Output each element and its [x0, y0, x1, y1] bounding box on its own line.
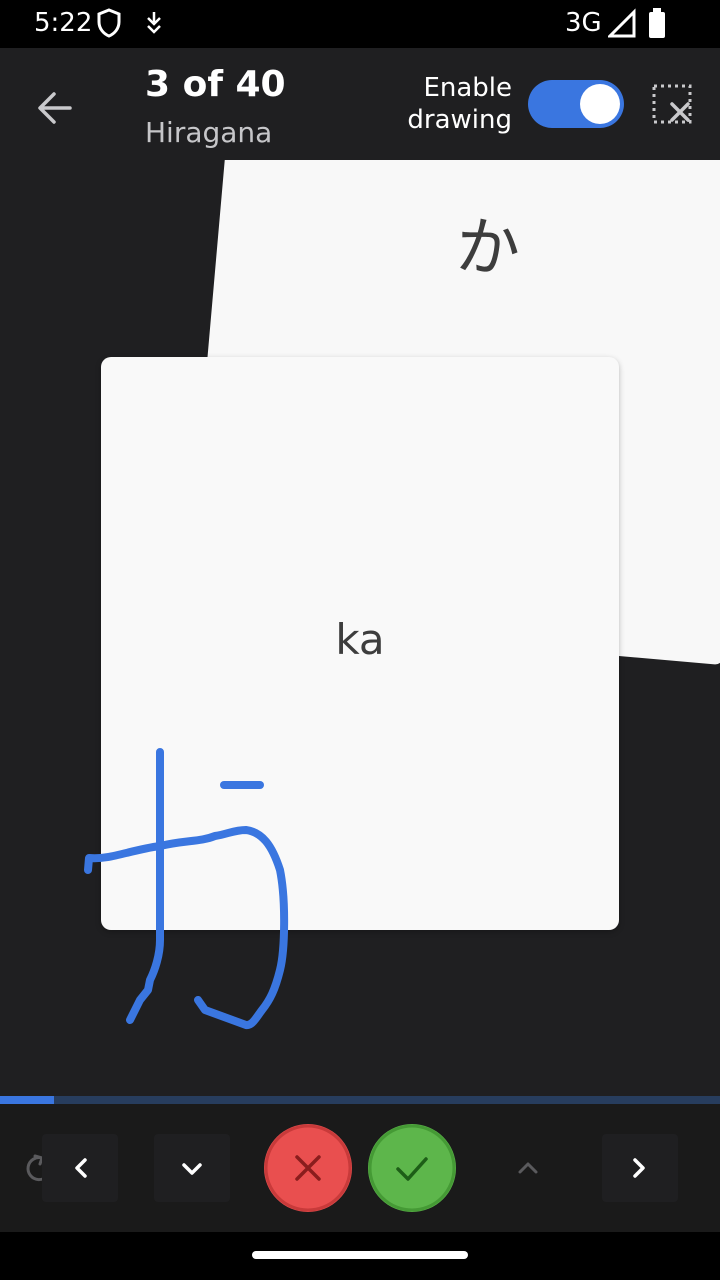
wrong-button[interactable] [264, 1124, 352, 1212]
signal-icon [606, 8, 636, 42]
back-button[interactable] [30, 82, 82, 134]
previous-button[interactable] [42, 1134, 118, 1202]
bottom-toolbar [0, 1104, 720, 1232]
correct-button[interactable] [368, 1124, 456, 1212]
network-type: 3G [565, 8, 602, 38]
battery-icon [648, 8, 666, 42]
enable-drawing-toggle[interactable] [528, 80, 624, 128]
enable-drawing-label: Enable drawing [382, 72, 512, 136]
app-bar: 3 of 40 Hiragana Enable drawing [0, 48, 720, 160]
progress-fill [0, 1096, 54, 1104]
next-button[interactable] [602, 1134, 678, 1202]
card-stage: か ka [0, 160, 720, 1096]
chevron-down-icon [182, 1163, 202, 1175]
deck-name: Hiragana [145, 116, 273, 149]
toggle-knob [580, 84, 620, 124]
chevron-right-icon [633, 1158, 645, 1178]
drawing-canvas[interactable] [0, 160, 720, 1096]
enable-drawing-label-line1: Enable [423, 73, 512, 103]
status-bar: 5:22 3G [0, 0, 720, 48]
download-icon [144, 8, 164, 42]
enable-drawing-label-line2: drawing [407, 105, 512, 135]
chevron-up-icon [518, 1162, 538, 1174]
status-time: 5:22 [34, 8, 93, 38]
handwritten-strokes [84, 748, 289, 1030]
chevron-left-icon [75, 1158, 87, 1178]
flip-down-button[interactable] [154, 1134, 230, 1202]
shield-icon [96, 8, 122, 42]
flip-up-button[interactable] [490, 1134, 566, 1202]
close-icon [264, 1124, 352, 1212]
home-gesture-handle[interactable] [252, 1251, 468, 1259]
progress-track [0, 1096, 720, 1104]
page-title: 3 of 40 [145, 64, 286, 105]
arrow-back-icon [38, 92, 72, 124]
clear-selection-icon [652, 84, 692, 124]
check-icon [368, 1124, 456, 1212]
clear-drawing-button[interactable] [650, 82, 694, 126]
system-navigation-bar [0, 1232, 720, 1280]
